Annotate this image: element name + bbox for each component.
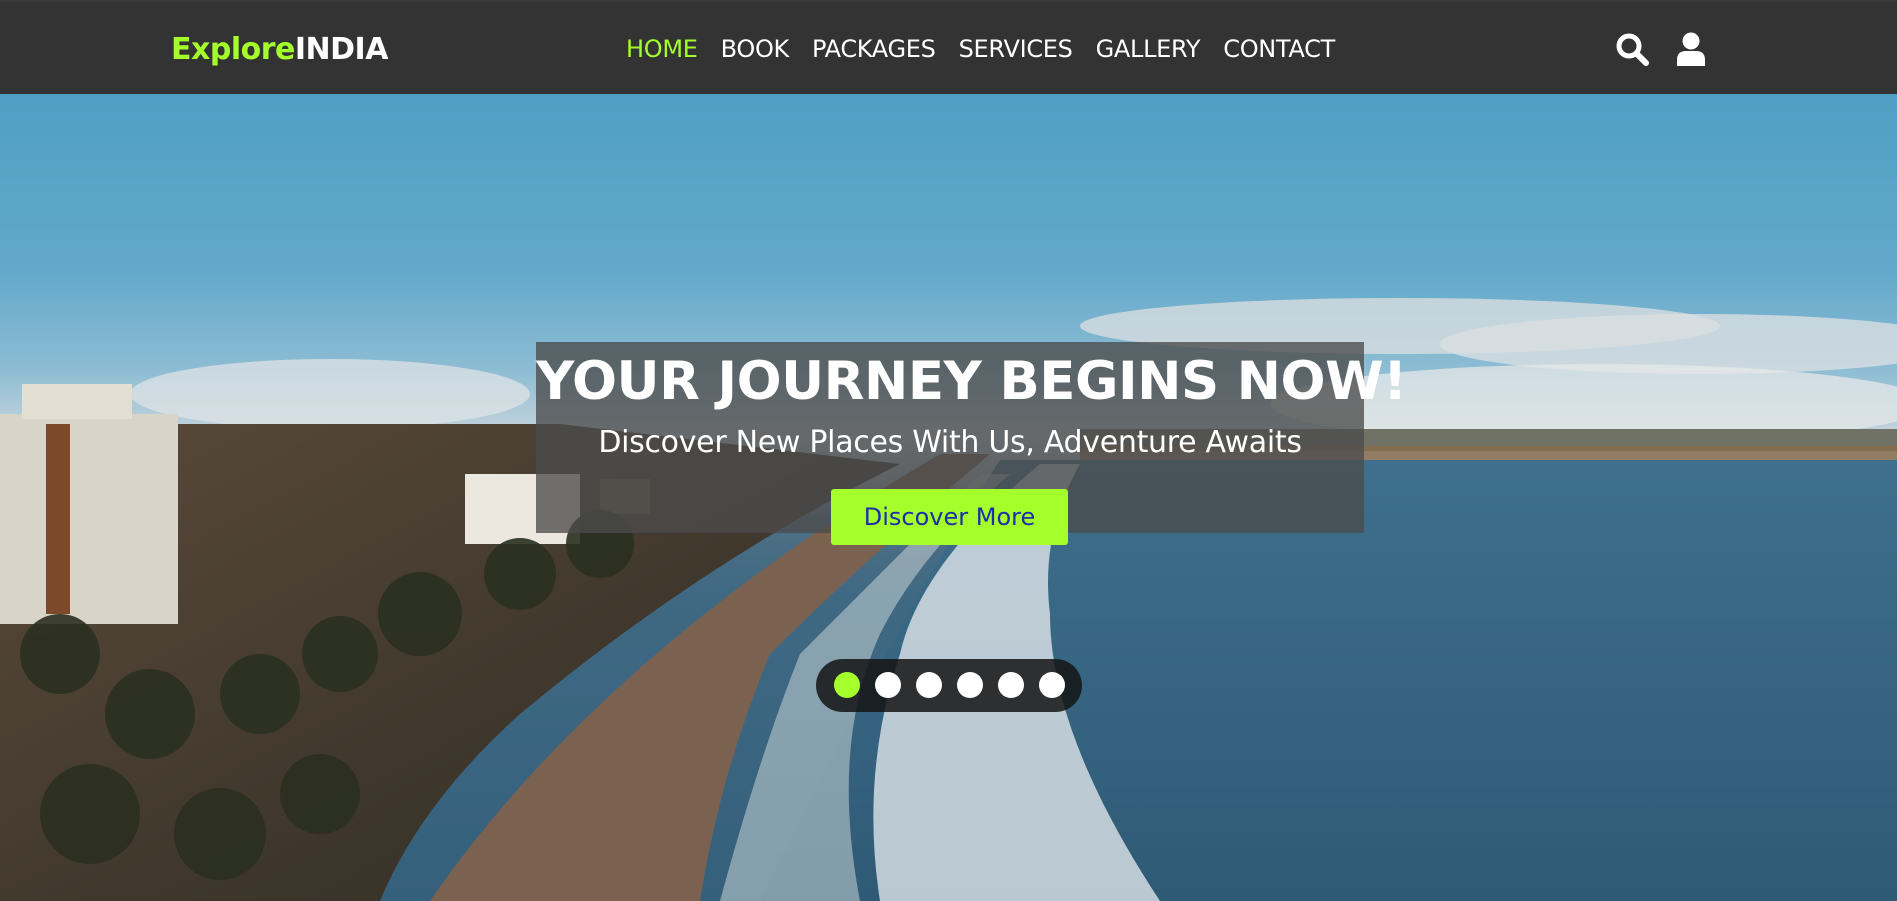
- slider-dot-3[interactable]: [916, 672, 942, 698]
- nav-link-packages[interactable]: PACKAGES: [812, 35, 936, 63]
- brand-logo-part2: INDIA: [294, 32, 389, 67]
- hero-banner: YOUR JOURNEY BEGINS NOW! Discover New Pl…: [0, 94, 1897, 901]
- hero-title: YOUR JOURNEY BEGINS NOW!: [536, 351, 1407, 412]
- nav-link-book[interactable]: BOOK: [721, 35, 790, 63]
- slider-dot-6[interactable]: [1039, 672, 1065, 698]
- brand-logo-part1: Explore: [171, 32, 295, 67]
- search-icon[interactable]: [1615, 32, 1649, 66]
- top-navbar: ExploreINDIA HOME BOOK PACKAGES SERVICES…: [0, 0, 1897, 94]
- user-icon[interactable]: [1674, 32, 1708, 66]
- slider-dot-5[interactable]: [998, 672, 1024, 698]
- slider-pagination: [816, 659, 1082, 712]
- nav-link-contact[interactable]: CONTACT: [1223, 35, 1335, 63]
- nav-link-services[interactable]: SERVICES: [959, 35, 1073, 63]
- nav-link-gallery[interactable]: GALLERY: [1096, 35, 1201, 63]
- main-nav: HOME BOOK PACKAGES SERVICES GALLERY CONT…: [626, 34, 1335, 66]
- nav-link-home[interactable]: HOME: [626, 35, 698, 63]
- hero-subtitle: Discover New Places With Us, Adventure A…: [598, 425, 1302, 460]
- slider-dot-1[interactable]: [834, 672, 860, 698]
- slider-dot-4[interactable]: [957, 672, 983, 698]
- discover-more-button[interactable]: Discover More: [831, 489, 1068, 545]
- brand-logo[interactable]: ExploreINDIA: [171, 32, 388, 67]
- slider-dot-2[interactable]: [875, 672, 901, 698]
